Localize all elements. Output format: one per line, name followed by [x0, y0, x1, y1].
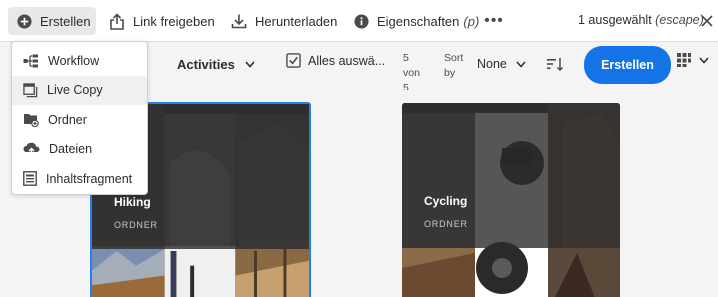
menu-item-live-copy[interactable]: Live Copy	[12, 75, 147, 105]
menu-item-content-fragment[interactable]: Inhaltsfragment	[12, 164, 147, 194]
download-icon	[231, 14, 247, 29]
more-actions-button[interactable]: •••	[484, 7, 504, 35]
menu-item-label: Live Copy	[47, 83, 103, 98]
sort-direction-icon[interactable]	[546, 56, 564, 72]
card-title: Hiking	[114, 195, 151, 209]
menu-item-folder[interactable]: Ordner	[12, 105, 147, 135]
sort-label-line2: by	[444, 67, 456, 79]
properties-shortcut: (p)	[463, 13, 480, 29]
sort-label-line1: Sort	[444, 52, 464, 64]
menu-item-label: Inhaltsfragment	[46, 171, 133, 186]
card-type: ORDNER	[424, 219, 468, 229]
create-button-label: Erstellen	[40, 13, 91, 29]
workflow-icon	[23, 54, 38, 68]
create-button[interactable]: Erstellen	[8, 7, 96, 35]
properties-button[interactable]: Eigenschaften (p)	[354, 7, 479, 35]
more-icon: •••	[484, 12, 504, 29]
view-switcher[interactable]	[676, 52, 709, 68]
checkbox-checked-icon	[286, 53, 301, 68]
sort-by-dropdown[interactable]: None	[477, 57, 526, 71]
close-icon[interactable]	[696, 10, 718, 32]
sort-value: None	[477, 57, 507, 71]
scrollbar[interactable]	[708, 90, 718, 297]
menu-item-label: Ordner	[48, 112, 87, 127]
activities-label: Activities	[177, 57, 235, 72]
menu-item-files[interactable]: Dateien	[12, 135, 147, 165]
sort-by-label: Sort by	[444, 51, 466, 81]
download-button[interactable]: Herunterladen	[231, 7, 337, 35]
chevron-down-icon	[699, 57, 709, 64]
activities-dropdown[interactable]: Activities	[177, 57, 255, 72]
item-count-line1: 5 von	[403, 52, 420, 79]
create-primary-button[interactable]: Erstellen	[584, 46, 671, 84]
share-icon	[110, 12, 124, 30]
share-link-button[interactable]: Link freigeben	[109, 7, 215, 35]
chevron-down-icon	[245, 61, 255, 68]
content-fragment-icon	[23, 171, 37, 187]
selection-status: 1 ausgewählt (escape)	[578, 13, 704, 27]
folder-card-cycling[interactable]: Cycling ORDNER	[402, 103, 620, 297]
download-label: Herunterladen	[255, 13, 338, 29]
create-menu: Workflow Live Copy Ordner Dateien Inhalt…	[11, 41, 148, 195]
properties-label: Eigenschaften	[377, 13, 460, 29]
upload-cloud-icon	[23, 143, 40, 156]
menu-item-label: Workflow	[48, 53, 100, 68]
select-all-button[interactable]: Alles auswä...	[286, 53, 385, 68]
card-view-icon	[677, 53, 691, 67]
chevron-down-icon	[516, 61, 526, 68]
card-title: Cycling	[424, 194, 468, 208]
info-icon	[354, 13, 369, 29]
card-type: ORDNER	[114, 220, 158, 230]
select-all-label: Alles auswä...	[308, 53, 386, 68]
folder-add-icon	[24, 114, 39, 128]
action-bar: Erstellen Link freigeben Herunterladen E…	[0, 0, 718, 42]
selection-count: 1 ausgewählt	[578, 13, 652, 27]
menu-item-label: Dateien	[49, 142, 93, 157]
share-link-label: Link freigeben	[133, 13, 215, 29]
add-circle-icon	[17, 13, 32, 29]
menu-item-workflow[interactable]: Workflow	[12, 46, 147, 76]
live-copy-icon	[23, 83, 38, 97]
